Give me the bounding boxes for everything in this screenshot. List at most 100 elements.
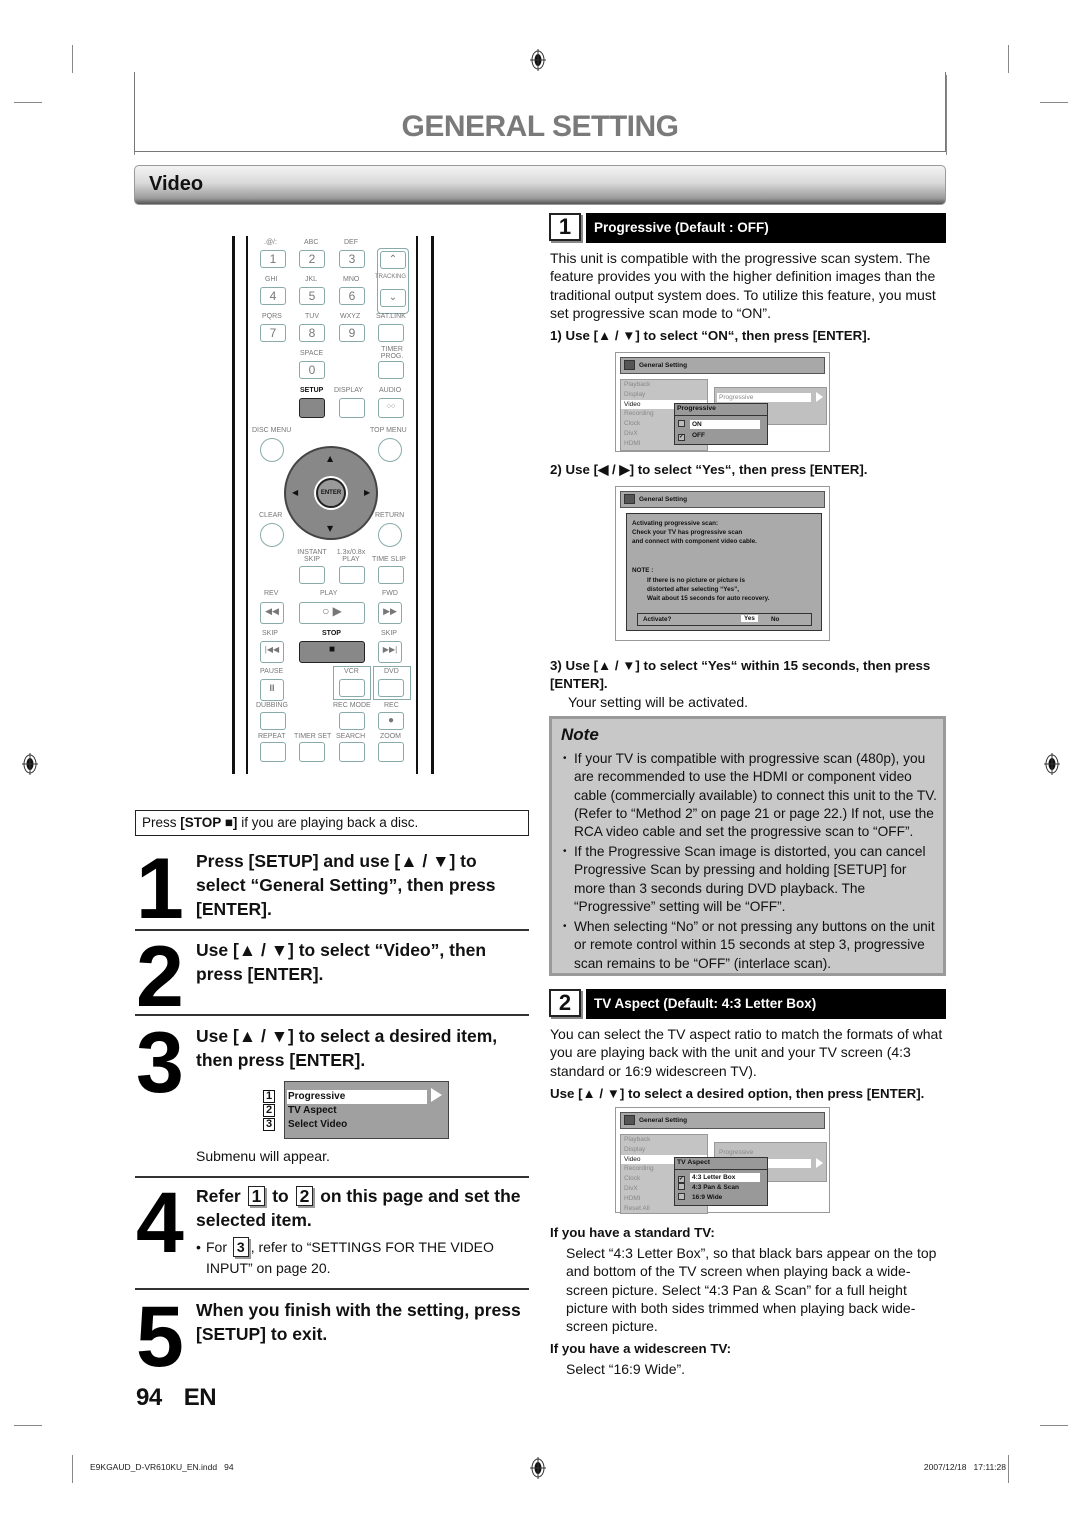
dialog-line: Activating progressive scan: — [632, 520, 719, 527]
osd-menu-item[interactable]: Playback — [621, 380, 707, 390]
search-button[interactable] — [339, 742, 365, 762]
key-9[interactable]: 9 — [339, 324, 365, 342]
key-7[interactable]: 7 — [260, 324, 286, 342]
step-text-part: Refer — [196, 1186, 246, 1206]
osd-menu-item[interactable]: Display — [621, 390, 707, 400]
step-text-part: to — [267, 1186, 294, 1206]
checkmark-icon: ✓ — [678, 434, 685, 441]
section-title: Video — [149, 173, 204, 195]
time-slip-button[interactable] — [378, 566, 404, 584]
return-button[interactable] — [378, 523, 402, 547]
key-2[interactable]: 2 — [299, 250, 325, 268]
pause-button[interactable]: II — [260, 679, 284, 701]
key-label: MNO — [343, 276, 360, 283]
osd-option-wide[interactable]: 16:9 Wide — [678, 1193, 760, 1202]
zoom-button[interactable] — [378, 742, 404, 762]
disc-menu-button[interactable] — [260, 438, 284, 462]
osd-tv-aspect-screen: General Setting Playback Display Video R… — [615, 1107, 830, 1214]
dubbing-button[interactable] — [260, 712, 286, 730]
key-5[interactable]: 5 — [299, 287, 325, 305]
dialog-line: NOTE : — [632, 567, 654, 574]
clear-button[interactable] — [260, 523, 284, 547]
timer-set-button[interactable] — [299, 742, 325, 762]
key-label: PLAY — [320, 590, 338, 597]
vcr-button[interactable] — [339, 679, 365, 697]
stop-button[interactable]: ■ — [299, 641, 365, 663]
submenu-item-progressive[interactable]: Progressive — [287, 1090, 427, 1104]
sat-link-button[interactable] — [378, 324, 404, 342]
right-arrow-icon[interactable]: ▶ — [364, 488, 370, 497]
key-6[interactable]: 6 — [339, 287, 365, 305]
footer-timestamp: 2007/12/18 17:11:28 — [923, 1462, 1006, 1472]
crop-mark — [1008, 1455, 1009, 1483]
key-1[interactable]: 1 — [260, 250, 286, 268]
submenu-number: 3 — [263, 1118, 275, 1131]
speed-play-button[interactable] — [339, 566, 365, 584]
arrow-right-icon — [816, 1158, 823, 1168]
instant-skip-button[interactable] — [299, 566, 325, 584]
remote-edge — [431, 236, 434, 774]
osd-menu-item[interactable]: Playback — [621, 1135, 707, 1145]
osd-option-panscan[interactable]: 4:3 Pan & Scan — [678, 1183, 760, 1192]
key-4[interactable]: 4 — [260, 287, 286, 305]
step-divider — [135, 929, 529, 931]
timer-prog-button[interactable] — [378, 361, 404, 379]
display-button[interactable] — [339, 398, 365, 418]
no-button[interactable]: No — [771, 616, 779, 623]
top-menu-button[interactable] — [378, 438, 402, 462]
setup-button[interactable] — [299, 398, 325, 418]
key-label: FWD — [382, 590, 398, 597]
osd-submenu-item[interactable]: Progressive — [717, 393, 811, 402]
rev-button[interactable]: ◀◀ — [260, 602, 284, 624]
remote-edge — [416, 236, 418, 774]
crop-mark — [1008, 45, 1009, 73]
registration-mark-icon — [1044, 753, 1060, 775]
key-label: TOP MENU — [370, 427, 407, 434]
key-label: DISPLAY — [334, 387, 364, 394]
osd-submenu-item[interactable]: Progressive — [717, 1148, 811, 1157]
skip-fwd-button[interactable]: ▶▶| — [378, 641, 402, 663]
remote-edge — [232, 236, 235, 774]
dvd-button[interactable] — [378, 679, 404, 697]
arrow-right-icon — [816, 392, 823, 402]
dpad[interactable]: ▲ ▼ ◀ ▶ ENTER — [284, 446, 378, 540]
play-button[interactable]: ○ ▶ — [299, 602, 365, 624]
up-arrow-icon[interactable]: ▲ — [327, 454, 333, 463]
key-0[interactable]: 0 — [299, 361, 325, 379]
yes-button[interactable]: Yes — [741, 615, 758, 622]
submenu-item-tv-aspect[interactable]: TV Aspect — [287, 1104, 337, 1118]
key-3[interactable]: 3 — [339, 250, 365, 268]
submenu-arrow-icon — [431, 1088, 442, 1102]
osd-menu-item[interactable]: Display — [621, 1145, 707, 1155]
ref-box: 1 — [247, 1186, 266, 1206]
key-label: SEARCH — [336, 733, 366, 740]
dialog-line: Wait about 15 seconds for auto recovery. — [647, 595, 770, 602]
tracking-down-button[interactable]: ⌄ — [380, 289, 406, 307]
osd-option-on[interactable]: ON — [678, 420, 760, 429]
osd-header: General Setting — [620, 491, 825, 508]
page-number-value: 94 — [136, 1384, 162, 1411]
registration-mark-icon — [530, 49, 546, 71]
rec-button[interactable]: ● — [378, 712, 404, 730]
submenu-item-select-video[interactable]: Select Video — [287, 1118, 347, 1132]
enter-button[interactable]: ENTER — [316, 478, 346, 508]
widescreen-tv-heading: If you have a widescreen TV: — [550, 1341, 732, 1356]
osd-option-off[interactable]: ✓ OFF — [678, 431, 760, 441]
key-label: PAUSE — [260, 668, 284, 675]
skip-back-button[interactable]: |◀◀ — [260, 641, 284, 663]
repeat-button[interactable] — [260, 742, 286, 762]
step-number: 1 — [136, 841, 184, 937]
down-arrow-icon[interactable]: ▼ — [327, 524, 333, 533]
audio-button[interactable]: ○○ — [378, 398, 404, 418]
key-label: DVD — [384, 668, 399, 675]
key-8[interactable]: 8 — [299, 324, 325, 342]
fwd-button[interactable]: ▶▶ — [378, 602, 402, 624]
stop-note-text: Press — [142, 815, 181, 830]
tracking-up-button[interactable]: ⌃ — [380, 251, 406, 269]
instruction-2: 2) Use [◀ / ▶] to select “Yes“, then pre… — [550, 462, 868, 477]
checkbox-icon — [678, 420, 685, 427]
rec-mode-button[interactable] — [339, 712, 365, 730]
step-number: 2 — [136, 929, 184, 1025]
left-arrow-icon[interactable]: ◀ — [292, 488, 298, 497]
osd-option-letterbox[interactable]: ✓ 4:3 Letter Box — [678, 1173, 760, 1183]
